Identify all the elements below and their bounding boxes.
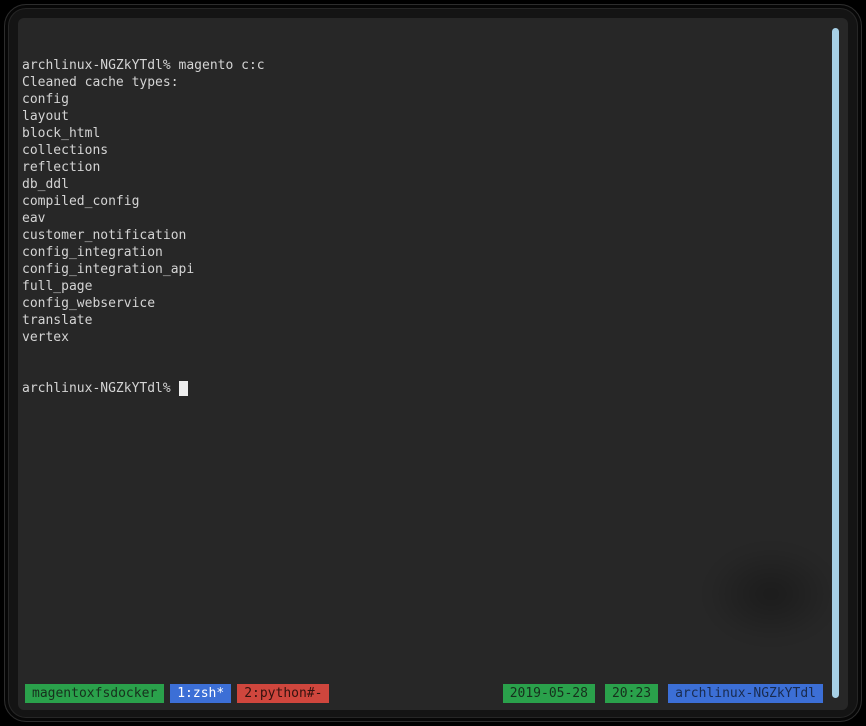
terminal-line: eav bbox=[22, 210, 828, 227]
terminal-line: collections bbox=[22, 142, 828, 159]
terminal-line: customer_notification bbox=[22, 227, 828, 244]
terminal-line: layout bbox=[22, 108, 828, 125]
terminal-line: config_webservice bbox=[22, 295, 828, 312]
terminal-line: config_integration bbox=[22, 244, 828, 261]
terminal-line: reflection bbox=[22, 159, 828, 176]
desktop-background: archlinux-NGZkYTdl% magento c:cCleaned c… bbox=[0, 0, 866, 726]
terminal-line: translate bbox=[22, 312, 828, 329]
status-bar-left: magentoxfsdocker 1:zsh* 2:python#- bbox=[25, 684, 329, 703]
scrollbar-thumb[interactable] bbox=[832, 28, 839, 698]
tmux-status-bar: magentoxfsdocker 1:zsh* 2:python#- 2019-05… bbox=[25, 684, 823, 703]
terminal-line: config_integration_api bbox=[22, 261, 828, 278]
terminal-line: block_html bbox=[22, 125, 828, 142]
terminal-line: Cleaned cache types: bbox=[22, 74, 828, 91]
terminal-line: config bbox=[22, 91, 828, 108]
terminal-output: archlinux-NGZkYTdl% magento c:cCleaned c… bbox=[22, 23, 828, 431]
status-badge-window-tab[interactable]: 2:python#- bbox=[237, 684, 329, 703]
shell-prompt: archlinux-NGZkYTdl% bbox=[22, 380, 171, 397]
terminal-line: vertex bbox=[22, 329, 828, 346]
prompt-line: archlinux-NGZkYTdl% bbox=[22, 380, 828, 397]
status-badge-window-tab[interactable]: 1:zsh* bbox=[170, 684, 231, 703]
status-badge-date: 2019-05-28 bbox=[503, 684, 595, 703]
terminal-window: archlinux-NGZkYTdl% magento c:cCleaned c… bbox=[4, 4, 862, 722]
status-badge-session-name: magentoxfsdocker bbox=[25, 684, 164, 703]
status-badge-time: 20:23 bbox=[605, 684, 658, 703]
status-badge-hostname: archlinux-NGZkYTdl bbox=[668, 684, 823, 703]
terminal-line: db_ddl bbox=[22, 176, 828, 193]
terminal-output-lines: archlinux-NGZkYTdl% magento c:cCleaned c… bbox=[22, 57, 828, 346]
terminal-screen[interactable]: archlinux-NGZkYTdl% magento c:cCleaned c… bbox=[18, 18, 848, 710]
screen-smudge bbox=[706, 546, 836, 642]
terminal-line: archlinux-NGZkYTdl% magento c:c bbox=[22, 57, 828, 74]
terminal-line: full_page bbox=[22, 278, 828, 295]
terminal-line: compiled_config bbox=[22, 193, 828, 210]
terminal-cursor bbox=[179, 381, 188, 396]
status-bar-right: 2019-05-28 20:23 archlinux-NGZkYTdl bbox=[503, 684, 823, 703]
